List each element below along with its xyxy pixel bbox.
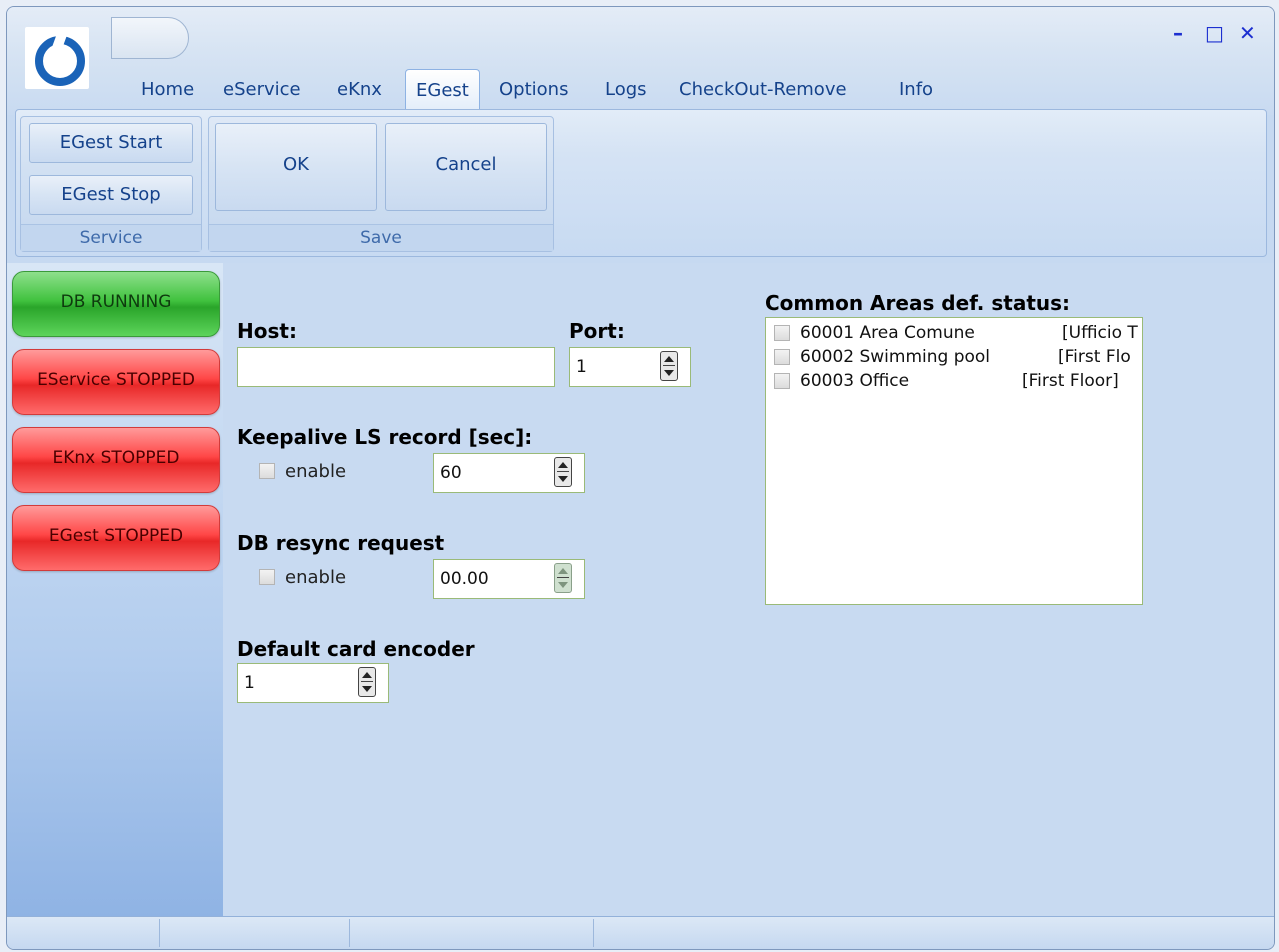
list-item-location: [First Floor] bbox=[1022, 371, 1119, 391]
port-label: Port: bbox=[569, 319, 625, 343]
db-status-button[interactable]: DB RUNNING bbox=[12, 271, 220, 337]
ribbon-panel: EGest Start EGest Stop Service OK Cancel… bbox=[15, 109, 1267, 257]
common-areas-label: Common Areas def. status: bbox=[765, 291, 1071, 315]
status-bar bbox=[7, 916, 1274, 949]
minimize-icon[interactable]: – bbox=[1173, 21, 1183, 45]
tab-logs[interactable]: Logs bbox=[605, 79, 647, 100]
eknx-status-label: EKnx STOPPED bbox=[52, 448, 180, 468]
egest-settings-panel: Host: Port: 1 Keepalive LS record [sec]:… bbox=[223, 263, 1274, 917]
keepalive-enable-label: enable bbox=[285, 461, 347, 482]
egest-stop-button[interactable]: EGest Stop bbox=[29, 175, 193, 215]
resync-time-stepper[interactable]: 00.00 bbox=[433, 559, 585, 599]
keepalive-label: Keepalive LS record [sec]: bbox=[237, 425, 533, 449]
encoder-spin-icon[interactable] bbox=[358, 667, 376, 697]
list-item-checkbox[interactable] bbox=[774, 373, 790, 389]
encoder-stepper[interactable]: 1 bbox=[237, 663, 389, 703]
status-bar-divider bbox=[349, 919, 350, 947]
ribbon-tabs: Home eService eKnx EGest Options Logs Ch… bbox=[7, 69, 1274, 111]
service-group: EGest Start EGest Stop Service bbox=[20, 116, 202, 252]
keepalive-stepper[interactable]: 60 bbox=[433, 453, 585, 493]
egest-status-label: EGest STOPPED bbox=[48, 526, 184, 546]
status-bar-divider bbox=[593, 919, 594, 947]
status-bar-divider bbox=[159, 919, 160, 947]
service-group-label: Service bbox=[21, 224, 201, 251]
eservice-status-label: EService STOPPED bbox=[37, 370, 195, 390]
app-window: – □ ✕ Home eService eKnx EGest Options L… bbox=[6, 6, 1275, 950]
eservice-status-button[interactable]: EService STOPPED bbox=[12, 349, 220, 415]
list-item-location: [First Flo bbox=[1058, 347, 1131, 367]
resync-enable-checkbox[interactable] bbox=[259, 569, 275, 585]
db-status-label: DB RUNNING bbox=[60, 292, 172, 312]
close-icon[interactable]: ✕ bbox=[1239, 21, 1256, 45]
list-item[interactable]: 60001 Area Comune [Ufficio T bbox=[766, 322, 1142, 346]
quick-access-toolbar[interactable] bbox=[111, 17, 189, 59]
tab-options[interactable]: Options bbox=[499, 79, 568, 100]
port-stepper[interactable]: 1 bbox=[569, 347, 691, 387]
tab-egest[interactable]: EGest bbox=[405, 69, 480, 109]
encoder-label: Default card encoder bbox=[237, 637, 475, 661]
list-item-checkbox[interactable] bbox=[774, 349, 790, 365]
resync-enable-label: enable bbox=[285, 567, 347, 588]
port-spin-icon[interactable] bbox=[660, 351, 678, 381]
list-item-code: 60003 Office bbox=[800, 371, 910, 391]
resync-spin-icon[interactable] bbox=[554, 563, 572, 593]
resync-value: 00.00 bbox=[440, 569, 489, 589]
maximize-icon[interactable]: □ bbox=[1205, 21, 1224, 45]
host-input[interactable] bbox=[237, 347, 555, 387]
list-item-location: [Ufficio T bbox=[1062, 323, 1138, 343]
tab-eknx[interactable]: eKnx bbox=[337, 79, 382, 100]
list-item-code: 60001 Area Comune bbox=[800, 323, 975, 343]
egest-status-button[interactable]: EGest STOPPED bbox=[12, 505, 220, 571]
list-item-code: 60002 Swimming pool bbox=[800, 347, 991, 367]
tab-eservice[interactable]: eService bbox=[223, 79, 301, 100]
tab-home[interactable]: Home bbox=[141, 79, 194, 100]
tab-info[interactable]: Info bbox=[899, 79, 933, 100]
ok-button[interactable]: OK bbox=[215, 123, 377, 211]
port-value: 1 bbox=[576, 357, 587, 377]
keepalive-enable-checkbox[interactable] bbox=[259, 463, 275, 479]
eknx-status-button[interactable]: EKnx STOPPED bbox=[12, 427, 220, 493]
keepalive-value: 60 bbox=[440, 463, 462, 483]
egest-start-button[interactable]: EGest Start bbox=[29, 123, 193, 163]
save-group-label: Save bbox=[209, 224, 553, 251]
resync-label: DB resync request bbox=[237, 531, 445, 555]
list-item[interactable]: 60003 Office [First Floor] bbox=[766, 370, 1142, 394]
host-label: Host: bbox=[237, 319, 297, 343]
status-sidebar: DB RUNNING EService STOPPED EKnx STOPPED… bbox=[7, 263, 223, 917]
ribbon-header: – □ ✕ Home eService eKnx EGest Options L… bbox=[7, 7, 1274, 115]
list-item-checkbox[interactable] bbox=[774, 325, 790, 341]
common-areas-list[interactable]: 60001 Area Comune [Ufficio T 60002 Swimm… bbox=[765, 317, 1143, 605]
cancel-button[interactable]: Cancel bbox=[385, 123, 547, 211]
keepalive-spin-icon[interactable] bbox=[554, 457, 572, 487]
list-item[interactable]: 60002 Swimming pool [First Flo bbox=[766, 346, 1142, 370]
tab-checkout-remove[interactable]: CheckOut-Remove bbox=[679, 79, 847, 100]
encoder-value: 1 bbox=[244, 673, 255, 693]
save-group: OK Cancel Save bbox=[208, 116, 554, 252]
